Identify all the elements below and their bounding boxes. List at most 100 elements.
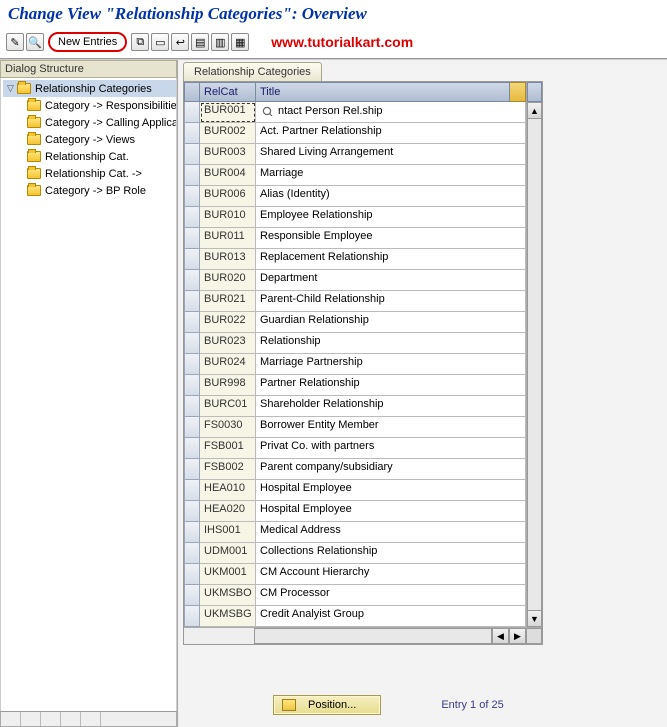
row-selector[interactable] bbox=[184, 375, 200, 396]
scroll-right-button[interactable]: ▶ bbox=[509, 628, 526, 644]
row-selector[interactable] bbox=[184, 522, 200, 543]
cell-title[interactable]: Partner Relationship bbox=[256, 375, 526, 396]
row-selector[interactable] bbox=[184, 228, 200, 249]
tree-child-3[interactable]: Relationship Cat. bbox=[25, 148, 176, 165]
row-selector[interactable] bbox=[184, 501, 200, 522]
cell-title[interactable]: Marriage bbox=[256, 165, 526, 186]
table-row[interactable]: BUR011Responsible Employee bbox=[200, 228, 526, 249]
table-row[interactable]: BUR022Guardian Relationship bbox=[200, 312, 526, 333]
tree-expand-icon[interactable]: ▽ bbox=[5, 83, 16, 94]
scroll-down-button[interactable]: ▼ bbox=[527, 610, 542, 627]
row-selector[interactable] bbox=[184, 606, 200, 627]
cell-relcat[interactable]: UKMSBG bbox=[200, 606, 256, 627]
cell-title[interactable]: Privat Co. with partners bbox=[256, 438, 526, 459]
table-row[interactable]: BUR001ntact Person Rel.ship bbox=[200, 102, 526, 123]
table-row[interactable]: BUR003Shared Living Arrangement bbox=[200, 144, 526, 165]
table-row[interactable]: BUR010Employee Relationship bbox=[200, 207, 526, 228]
cell-relcat[interactable]: FSB001 bbox=[200, 438, 256, 459]
cell-title[interactable]: Collections Relationship bbox=[256, 543, 526, 564]
table-row[interactable]: BUR013Replacement Relationship bbox=[200, 249, 526, 270]
vertical-scrollbar[interactable]: ▲ ▼ bbox=[526, 82, 542, 627]
toolbar-btn-display[interactable]: 🔍 bbox=[26, 33, 44, 51]
row-selector[interactable] bbox=[184, 585, 200, 606]
row-selector[interactable] bbox=[184, 459, 200, 480]
row-selector[interactable] bbox=[184, 144, 200, 165]
tab-relationship-categories[interactable]: Relationship Categories bbox=[183, 62, 322, 81]
cell-relcat[interactable]: BUR003 bbox=[200, 144, 256, 165]
cell-relcat[interactable]: BUR004 bbox=[200, 165, 256, 186]
table-row[interactable]: HEA020Hospital Employee bbox=[200, 501, 526, 522]
tree-child-1[interactable]: Category -> Calling Applications bbox=[25, 114, 176, 131]
select-all-corner[interactable] bbox=[184, 82, 200, 102]
tree-root-relationship-categories[interactable]: ▽ Relationship Categories bbox=[3, 80, 176, 97]
toolbar-btn-select-all[interactable]: ▤ bbox=[191, 33, 209, 51]
row-selector[interactable] bbox=[184, 480, 200, 501]
tree-child-0[interactable]: Category -> Responsibilities bbox=[25, 97, 176, 114]
row-selector[interactable] bbox=[184, 102, 200, 123]
cell-title[interactable]: Act. Partner Relationship bbox=[256, 123, 526, 144]
row-selector[interactable] bbox=[184, 543, 200, 564]
table-row[interactable]: BUR020Department bbox=[200, 270, 526, 291]
scroll-left-button[interactable]: ◀ bbox=[492, 628, 509, 644]
table-row[interactable]: BUR998Partner Relationship bbox=[200, 375, 526, 396]
cell-relcat[interactable]: HEA020 bbox=[200, 501, 256, 522]
tree-child-5[interactable]: Category -> BP Role bbox=[25, 182, 176, 199]
cell-title[interactable]: Department bbox=[256, 270, 526, 291]
toolbar-btn-undo[interactable]: ↩ bbox=[171, 33, 189, 51]
cell-relcat[interactable]: BURC01 bbox=[200, 396, 256, 417]
cell-title[interactable]: Replacement Relationship bbox=[256, 249, 526, 270]
table-config-button[interactable] bbox=[510, 82, 526, 102]
table-row[interactable]: BURC01Shareholder Relationship bbox=[200, 396, 526, 417]
toolbar-btn-deselect[interactable]: ▥ bbox=[211, 33, 229, 51]
table-row[interactable]: FSB001Privat Co. with partners bbox=[200, 438, 526, 459]
cell-relcat[interactable]: UDM001 bbox=[200, 543, 256, 564]
cell-title[interactable]: Parent-Child Relationship bbox=[256, 291, 526, 312]
row-selector[interactable] bbox=[184, 186, 200, 207]
cell-title[interactable]: Parent company/subsidiary bbox=[256, 459, 526, 480]
table-row[interactable]: BUR004Marriage bbox=[200, 165, 526, 186]
row-selector[interactable] bbox=[184, 207, 200, 228]
value-help-icon[interactable] bbox=[263, 107, 271, 115]
cell-relcat[interactable]: HEA010 bbox=[200, 480, 256, 501]
cell-relcat[interactable]: BUR022 bbox=[200, 312, 256, 333]
row-selector[interactable] bbox=[184, 123, 200, 144]
cell-title[interactable]: Guardian Relationship bbox=[256, 312, 526, 333]
row-selector[interactable] bbox=[184, 396, 200, 417]
table-row[interactable]: BUR021Parent-Child Relationship bbox=[200, 291, 526, 312]
table-row[interactable]: UKMSBOCM Processor bbox=[200, 585, 526, 606]
cell-title[interactable]: Alias (Identity) bbox=[256, 186, 526, 207]
table-row[interactable]: FSB002Parent company/subsidiary bbox=[200, 459, 526, 480]
cell-title[interactable]: Hospital Employee bbox=[256, 480, 526, 501]
table-row[interactable]: HEA010Hospital Employee bbox=[200, 480, 526, 501]
cell-relcat[interactable]: BUR998 bbox=[200, 375, 256, 396]
toolbar-btn-delete[interactable]: ▭ bbox=[151, 33, 169, 51]
cell-relcat[interactable]: UKM001 bbox=[200, 564, 256, 585]
row-selector[interactable] bbox=[184, 438, 200, 459]
table-row[interactable]: UDM001Collections Relationship bbox=[200, 543, 526, 564]
cell-title[interactable]: Shared Living Arrangement bbox=[256, 144, 526, 165]
new-entries-button[interactable]: New Entries bbox=[48, 32, 127, 52]
row-selector[interactable] bbox=[184, 564, 200, 585]
cell-relcat[interactable]: BUR021 bbox=[200, 291, 256, 312]
cell-relcat[interactable]: BUR020 bbox=[200, 270, 256, 291]
table-row[interactable]: BUR006Alias (Identity) bbox=[200, 186, 526, 207]
row-selector[interactable] bbox=[184, 333, 200, 354]
cell-title[interactable]: Relationship bbox=[256, 333, 526, 354]
table-row[interactable]: IHS001Medical Address bbox=[200, 522, 526, 543]
toolbar-btn-other[interactable]: ✎ bbox=[6, 33, 24, 51]
table-row[interactable]: BUR002Act. Partner Relationship bbox=[200, 123, 526, 144]
row-selector[interactable] bbox=[184, 165, 200, 186]
row-selector[interactable] bbox=[184, 354, 200, 375]
tree-child-4[interactable]: Relationship Cat. -> bbox=[25, 165, 176, 182]
row-selector[interactable] bbox=[184, 417, 200, 438]
cell-relcat[interactable]: BUR023 bbox=[200, 333, 256, 354]
table-row[interactable]: UKM001CM Account Hierarchy bbox=[200, 564, 526, 585]
column-header-relcat[interactable]: RelCat bbox=[200, 82, 256, 102]
horizontal-scrollbar[interactable] bbox=[254, 628, 492, 644]
cell-title[interactable]: Responsible Employee bbox=[256, 228, 526, 249]
cell-relcat[interactable]: BUR006 bbox=[200, 186, 256, 207]
cell-title[interactable]: CM Processor bbox=[256, 585, 526, 606]
cell-title[interactable]: Medical Address bbox=[256, 522, 526, 543]
cell-title[interactable]: Borrower Entity Member bbox=[256, 417, 526, 438]
row-selector[interactable] bbox=[184, 291, 200, 312]
